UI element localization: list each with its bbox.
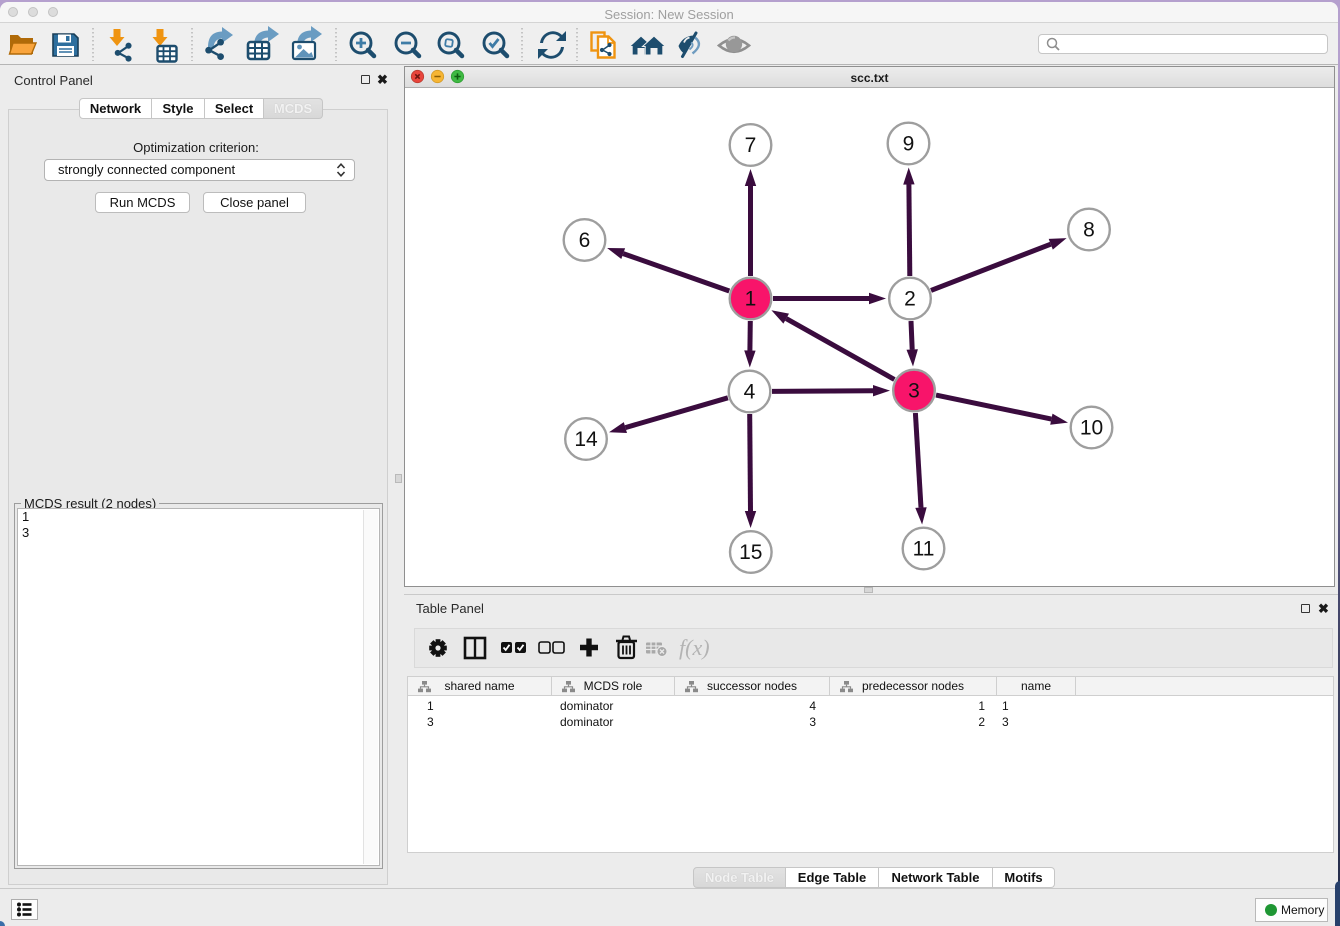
- svg-text:1: 1: [745, 288, 757, 311]
- svg-text:7: 7: [745, 134, 757, 157]
- svg-text:3: 3: [908, 380, 920, 403]
- svg-text:6: 6: [579, 229, 591, 252]
- svg-text:15: 15: [739, 541, 762, 564]
- svg-text:14: 14: [574, 428, 598, 451]
- svg-text:11: 11: [913, 538, 935, 561]
- svg-text:f(x): f(x): [679, 635, 710, 660]
- svg-text:9: 9: [903, 133, 915, 156]
- svg-text:8: 8: [1083, 219, 1095, 242]
- svg-text:4: 4: [744, 381, 756, 404]
- svg-text:10: 10: [1080, 417, 1103, 440]
- svg-text:2: 2: [904, 288, 916, 311]
